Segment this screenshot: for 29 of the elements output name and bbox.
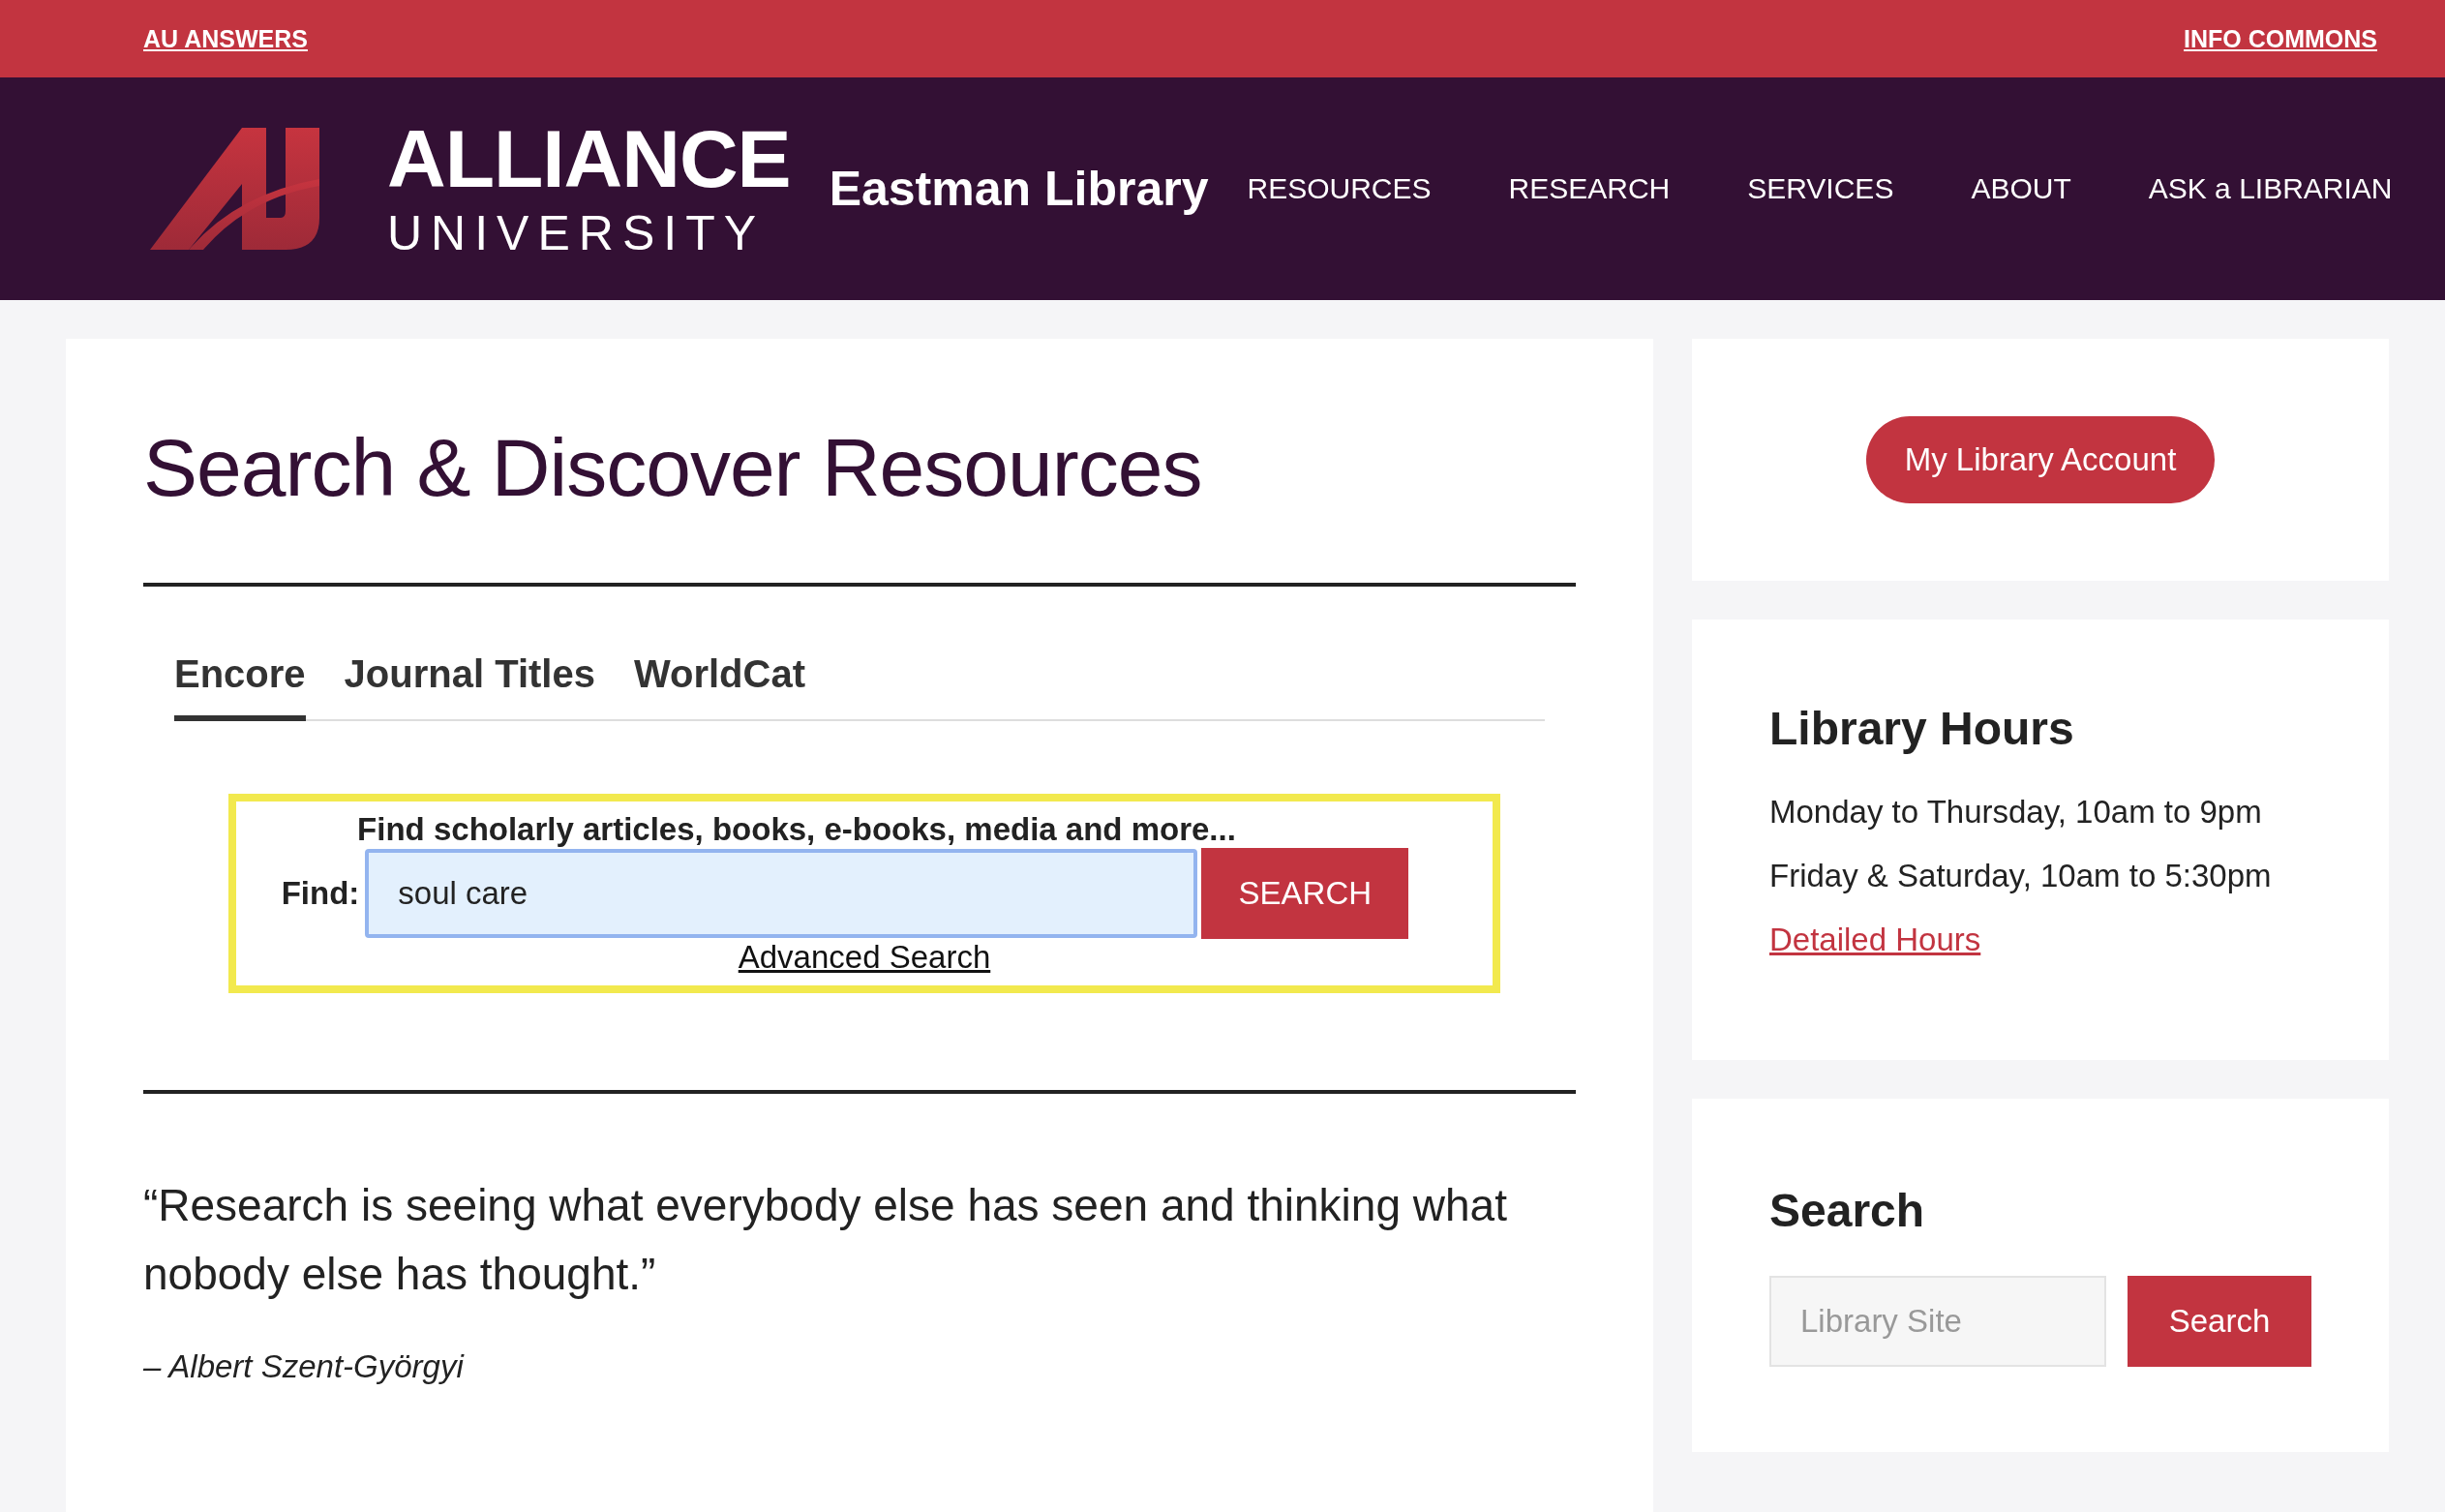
search-button[interactable]: SEARCH [1201,848,1409,939]
logo-name: ALLIANCE [387,117,791,199]
tab[interactable]: Encore [174,652,306,721]
nav-link[interactable]: RESEARCH [1508,172,1671,205]
hours-line: Monday to Thursday, 10am to 9pm [1769,794,2263,831]
site-search-field[interactable]: Library Site [1769,1276,2106,1367]
nav-link[interactable]: ASK a LIBRARIAN [2148,172,2393,205]
top-link[interactable]: INFO COMMONS [2184,24,2377,53]
nav-link[interactable]: SERVICES [1747,172,1894,205]
hours-title: Library Hours [1769,702,2075,755]
my-account-button[interactable]: My Library Account [1865,416,2216,503]
logo-subname: UNIVERSITY [387,206,767,260]
quote-author: – Albert Szent-Györgyi [143,1347,466,1385]
site-title[interactable]: Eastman Library [829,161,1209,217]
hours-line: Friday & Saturday, 10am to 5:30pm [1769,858,2273,894]
page-title: Search & Discover Resources [143,421,1203,515]
find-label: Find: [281,875,360,912]
nav-link[interactable]: ABOUT [1971,172,2071,205]
search-heading: Find scholarly articles, books, e-books, media and more... [357,811,1236,848]
search-title: Search [1769,1184,1926,1237]
quote-text: “Research is seeing what everybody else has seen and thinking what nobody else has thought.” [143,1179,1508,1302]
search-field[interactable]: soul care [365,849,1198,938]
tab[interactable]: Journal Titles [344,652,595,721]
tab[interactable]: WorldCat [633,652,805,721]
site-search-button[interactable]: Search [2128,1276,2311,1367]
nav-link[interactable]: RESOURCES [1247,172,1432,205]
detailed-hours-link[interactable]: Detailed Hours [1769,922,1981,957]
advanced-search-link[interactable]: Advanced Search [738,939,991,976]
top-link[interactable]: AU ANSWERS [143,24,308,53]
